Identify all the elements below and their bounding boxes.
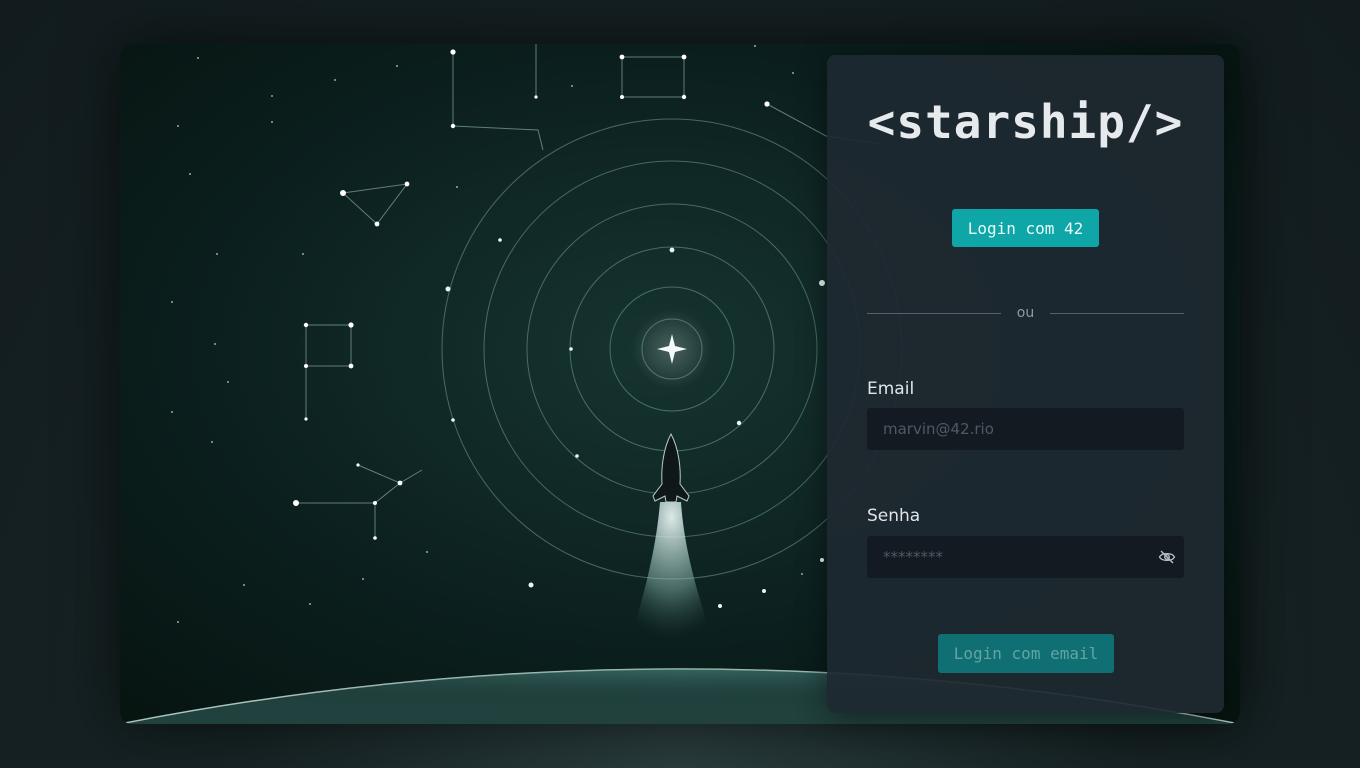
password-field[interactable] bbox=[867, 536, 1184, 578]
eye-off-icon[interactable] bbox=[1158, 549, 1176, 565]
or-divider: ou bbox=[867, 305, 1184, 323]
login-42-button[interactable]: Login com 42 bbox=[952, 209, 1099, 247]
email-label: Email bbox=[867, 379, 915, 399]
login-card: <starship/> Login com 42 ou Email Senha … bbox=[827, 55, 1224, 713]
password-label: Senha bbox=[867, 506, 921, 526]
password-field-wrapper bbox=[867, 536, 1184, 578]
email-field[interactable] bbox=[867, 408, 1184, 450]
email-field-wrapper bbox=[867, 408, 1184, 450]
login-email-button[interactable]: Login com email bbox=[938, 634, 1114, 673]
divider-line-right bbox=[1050, 313, 1184, 314]
brand-logo: <starship/> bbox=[867, 95, 1184, 149]
